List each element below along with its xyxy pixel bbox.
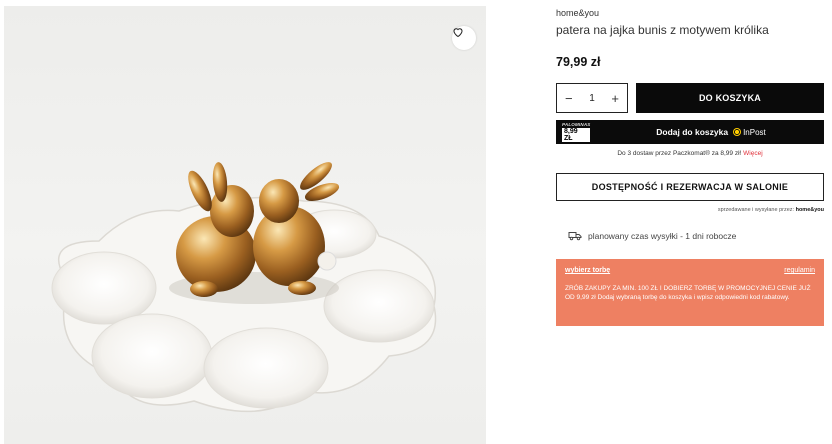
choose-bag-link[interactable]: wybierz torbę [565,267,610,274]
inpost-price-badge: PALOMINAS 8,99 ZŁ [556,120,598,144]
bag-promo-banner: wybierz torbę regulamin ZRÓB ZAKUPY ZA M… [556,259,824,326]
promo-rules-link[interactable]: regulamin [784,267,815,274]
promo-text: ZRÓB ZAKUPY ZA MIN. 100 ZŁ I DOBIERZ TOR… [565,285,811,301]
inpost-note-text: Do 3 dostaw przez Paczkomat® za 8,99 zł! [617,150,742,157]
inpost-label-group: Dodaj do koszyka InPost [598,127,824,137]
seller-prefix: sprzedawane i wysyłane przez: [717,207,795,213]
inpost-more-link[interactable]: Więcej [743,150,763,157]
inpost-logo-text: InPost [743,127,766,137]
decrease-quantity-button[interactable]: − [565,91,573,106]
product-title: patera na jajka bunis z motywem królika [556,23,769,37]
promo-header: wybierz torbę regulamin [565,267,815,274]
add-to-cart-button[interactable]: DO KOSZYKA [636,83,824,113]
inpost-add-to-cart-button[interactable]: PALOMINAS 8,99 ZŁ Dodaj do koszyka InPos… [556,120,824,144]
delivery-time: planowany czas wysyłki - 1 dni robocze [568,231,824,241]
increase-quantity-button[interactable]: + [611,91,619,106]
heart-icon [453,28,463,38]
truck-icon [568,232,582,241]
quantity-value[interactable]: 1 [589,93,595,104]
buy-row: − 1 + DO KOSZYKA [556,83,824,113]
product-photo-illustration [51,162,437,413]
quantity-stepper[interactable]: − 1 + [556,83,628,113]
inpost-logo: InPost [733,128,766,137]
seller-info: sprzedawane i wysyłane przez: home&you [556,207,824,213]
delivery-text: planowany czas wysyłki - 1 dni robocze [588,231,737,241]
product-image[interactable] [4,6,486,444]
product-page: home&you patera na jajka bunis z motywem… [0,0,832,444]
seller-name: home&you [795,207,824,213]
product-info: home&you patera na jajka bunis z motywem… [556,6,824,241]
inpost-badge-caption: PALOMINAS [562,122,591,127]
inpost-note: Do 3 dostaw przez Paczkomat® za 8,99 zł!… [556,150,824,157]
product-brand[interactable]: home&you [556,8,824,18]
product-price: 79,99 zł [556,55,601,69]
inpost-badge-price: 8,99 ZŁ [562,128,590,142]
store-availability-button[interactable]: DOSTĘPNOŚĆ I REZERWACJA W SALONIE [556,173,824,201]
inpost-logo-icon [733,128,742,136]
wishlist-button[interactable] [452,26,476,50]
inpost-label: Dodaj do koszyka [656,127,729,137]
